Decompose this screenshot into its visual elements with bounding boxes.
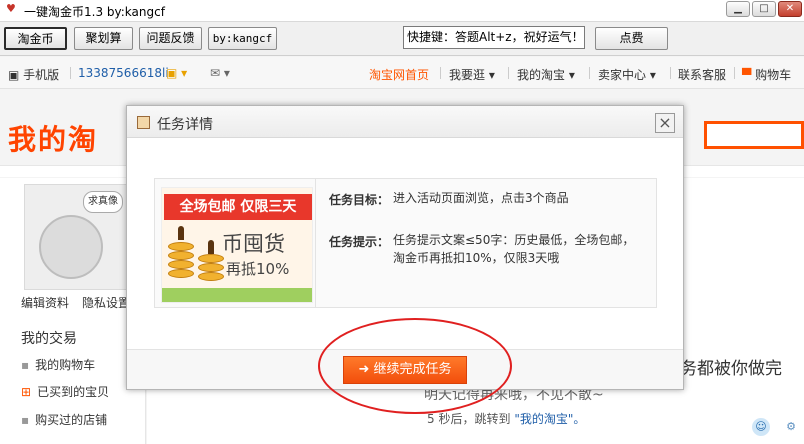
privacy-link[interactable]: 隐私设置: [82, 294, 130, 311]
bullet-icon: ▪: [21, 413, 30, 427]
sidebar-item-shops[interactable]: ▪ 购买过的店铺: [21, 411, 107, 428]
title-bar: ♥ 一键淘金币1.3 by:kangcf ▁ □ ✕: [0, 0, 804, 22]
maximize-button[interactable]: □: [752, 1, 776, 17]
account-link[interactable]: 13387566618li: [78, 66, 169, 80]
bullet-icon: ▪: [21, 358, 30, 372]
app-toolbar: 淘金币 聚划算 问题反馈 by:kangcf 快捷键：答题Alt+z，祝好运气！…: [0, 22, 804, 56]
nav-separator: [670, 67, 671, 79]
chevron-down-icon: ▾: [649, 68, 656, 82]
nav-separator: [440, 67, 441, 79]
contact-link[interactable]: 联系客服: [678, 66, 726, 83]
mobile-icon: ▣: [8, 68, 20, 82]
chevron-down-icon: ▾: [568, 68, 575, 82]
promo-banner[interactable]: 全场包邮 仅限三天 币囤货 再抵10%: [161, 187, 313, 303]
window-title: 一键淘金币1.3 by:kangcf: [24, 5, 165, 19]
expand-icon: ⊞: [21, 385, 32, 399]
hint-text-line2: 淘金币再抵扣10%，仅限3天哦: [393, 251, 560, 265]
close-button[interactable]: ✕: [778, 1, 802, 17]
banner-grass: [162, 288, 312, 302]
coin-icon: [168, 260, 194, 269]
seller-center-menu[interactable]: 卖家中心 ▾: [598, 66, 656, 83]
browse-menu[interactable]: 我要逛 ▾: [449, 66, 495, 83]
coin-icon: [168, 251, 194, 260]
coin-icon: [198, 272, 224, 281]
hotkey-field[interactable]: 快捷键：答题Alt+z，祝好运气！: [403, 26, 585, 49]
my-taobao-logo[interactable]: 我的淘: [8, 118, 98, 158]
chat-icon[interactable]: ☺: [752, 418, 770, 436]
mail-icon[interactable]: ✉ ▾: [210, 66, 230, 80]
taobao-home-link[interactable]: 淘宝网首页: [369, 66, 429, 83]
nav-separator: [508, 67, 509, 79]
chevron-down-icon: ▾: [488, 68, 495, 82]
taobao-top-nav: ▣ 手机版 13387566618li ▣ ▾ ✉ ▾ 淘宝网首页 我要逛 ▾ …: [0, 57, 804, 89]
sidebar-item-bought[interactable]: ⊞ 已买到的宝贝: [21, 383, 109, 400]
coin-icon: [198, 254, 224, 263]
banner-headline: 全场包邮 仅限三天: [164, 194, 312, 220]
sidebar-item-cart[interactable]: ▪ 我的购物车: [21, 356, 95, 373]
gear-icon[interactable]: ⚙: [782, 418, 800, 436]
dialog-title: 任务详情: [157, 117, 213, 133]
goal-label: 任务目标：: [329, 193, 390, 207]
coin-icon: [198, 263, 224, 272]
cart-link[interactable]: ▀ 购物车: [742, 66, 791, 83]
hint-label: 任务提示：: [329, 235, 390, 249]
mobile-link[interactable]: ▣ 手机版: [8, 66, 59, 83]
highlight-circle: [318, 318, 512, 414]
banner-big-text: 币囤货: [222, 232, 285, 256]
person-icon: [208, 240, 214, 254]
cart-icon: ▀: [742, 68, 752, 82]
my-taobao-redirect-link[interactable]: "我的淘宝"。: [514, 412, 585, 426]
avatar[interactable]: 求真像: [24, 184, 134, 290]
goal-text: 进入活动页面浏览，点击3个商品: [393, 191, 569, 205]
coin-icon: [168, 269, 194, 278]
hint-text-line1: 任务提示文案≤50字：历史最低，全场包邮，: [393, 233, 635, 247]
nav-separator: [589, 67, 590, 79]
nav-separator: [734, 67, 735, 79]
minimize-button[interactable]: ▁: [726, 1, 750, 17]
vip-icon[interactable]: ▣ ▾: [166, 66, 187, 80]
exec-button[interactable]: 点费: [595, 27, 668, 50]
card-divider: [315, 179, 316, 307]
avatar-bubble: 求真像: [83, 191, 123, 213]
avatar-face-icon: [39, 215, 103, 279]
person-icon: [178, 226, 184, 240]
task-card: 全场包邮 仅限三天 币囤货 再抵10% 任务目标： 进入活动页面浏览，点击3个商…: [154, 178, 657, 308]
banner-small-text: 再抵10%: [226, 260, 290, 278]
my-trades-heading: 我的交易: [21, 331, 77, 347]
dialog-header: 任务详情 ×: [127, 106, 683, 138]
redirect-message: 5 秒后，跳转到 "我的淘宝"。: [427, 412, 586, 426]
tasks-done-message: 务都被你做完: [680, 359, 782, 379]
coin-icon: [168, 242, 194, 251]
feedback-button[interactable]: 问题反馈: [139, 27, 202, 50]
my-taobao-menu[interactable]: 我的淘宝 ▾: [517, 66, 575, 83]
author-button[interactable]: by:kangcf: [208, 27, 277, 50]
taojinbi-button[interactable]: 淘金币: [4, 27, 67, 50]
notebook-icon: [137, 116, 150, 129]
app-icon: ♥: [6, 2, 16, 15]
edit-profile-link[interactable]: 编辑资料: [21, 294, 69, 311]
nav-separator: [70, 67, 71, 79]
juhuasuan-button[interactable]: 聚划算: [74, 27, 133, 50]
search-input[interactable]: [704, 121, 804, 149]
dialog-close-button[interactable]: ×: [655, 113, 675, 133]
